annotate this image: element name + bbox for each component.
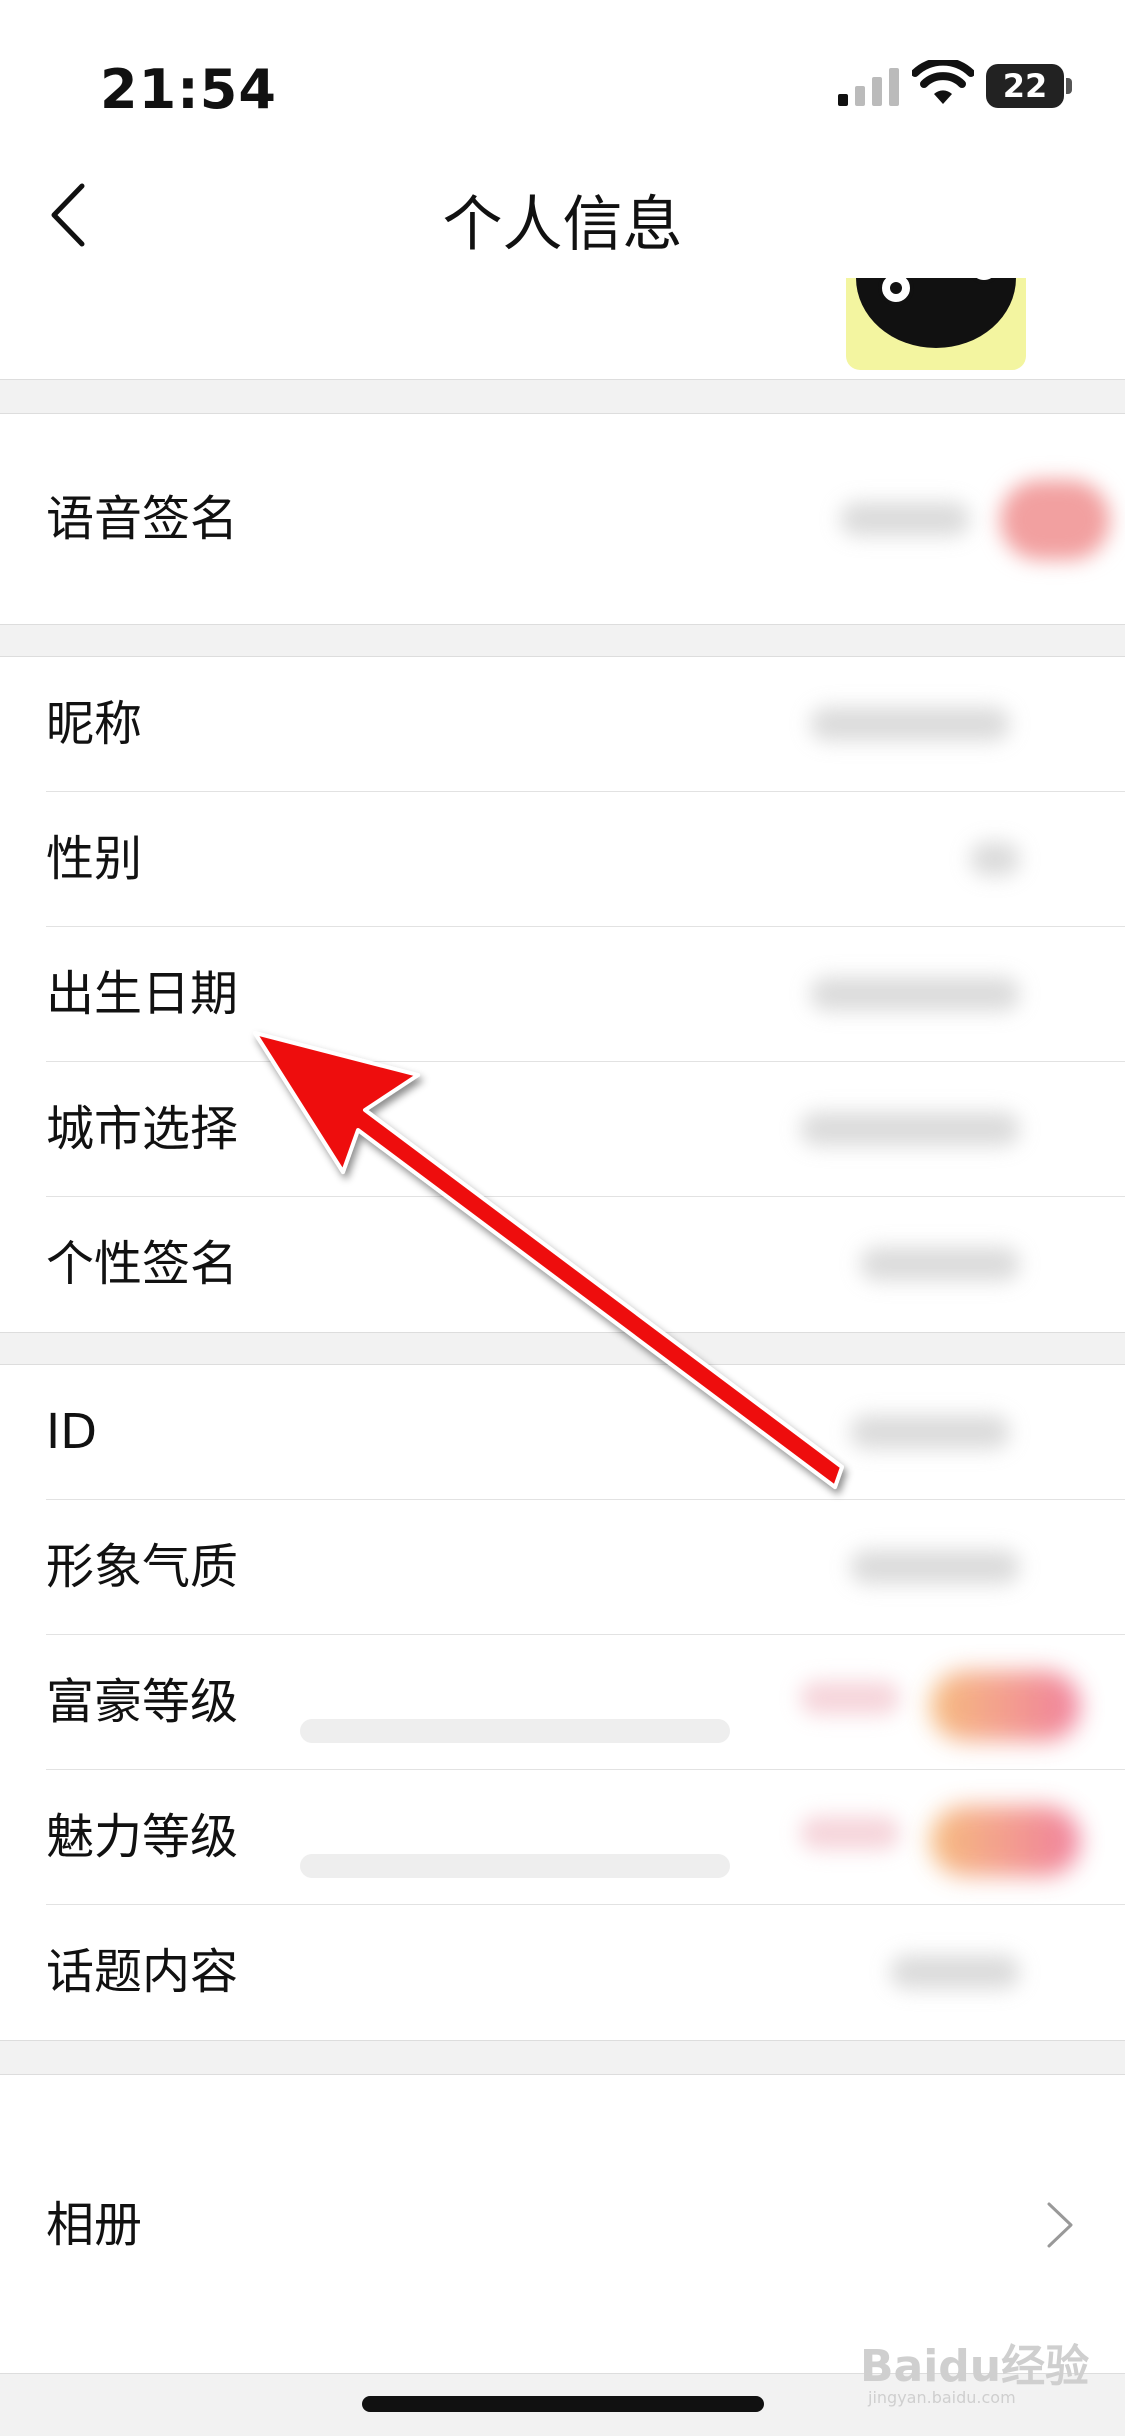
nav-bar: 个人信息 xyxy=(0,140,1125,290)
signature-label: 个性签名 xyxy=(46,1236,239,1292)
voice-signature-label: 语音签名 xyxy=(46,491,239,547)
list-item-city[interactable]: 城市选择 xyxy=(0,1062,1125,1197)
wealth-level-progress xyxy=(300,1719,730,1743)
signal-icon xyxy=(838,68,899,106)
id-label: ID xyxy=(46,1404,98,1460)
avatar-face xyxy=(856,278,1016,348)
charm-level-badge xyxy=(930,1806,1080,1876)
blurred-value xyxy=(860,1247,1020,1281)
avatar[interactable] xyxy=(846,278,1026,370)
battery-cap xyxy=(1066,78,1072,94)
blurred-value xyxy=(970,842,1020,876)
blurred-value xyxy=(840,502,970,536)
voice-play-icon[interactable] xyxy=(1000,480,1110,560)
status-bar: 21:54 22 xyxy=(0,0,1125,140)
blurred-value xyxy=(800,1816,900,1850)
list-item-nickname[interactable]: 昵称 xyxy=(0,657,1125,792)
blurred-value xyxy=(810,977,1020,1011)
voice-signature-row[interactable]: 语音签名 xyxy=(0,414,1125,624)
avatar-eye-right xyxy=(966,278,1002,284)
city-label: 城市选择 xyxy=(46,1101,239,1157)
voice-section: 语音签名 xyxy=(0,413,1125,625)
detail-section: ID 形象气质 富豪等级 魅力等级 话题内容 xyxy=(0,1364,1125,2041)
blurred-value xyxy=(800,1681,900,1715)
home-indicator[interactable] xyxy=(362,2396,764,2412)
list-item-wealth-level[interactable]: 富豪等级 xyxy=(0,1635,1125,1770)
blurred-value xyxy=(890,1955,1020,1989)
blurred-value xyxy=(800,1112,1020,1146)
charm-level-label: 魅力等级 xyxy=(46,1809,239,1865)
wifi-icon xyxy=(912,60,974,104)
wealth-level-label: 富豪等级 xyxy=(46,1674,239,1730)
chevron-right-icon xyxy=(1047,2202,1073,2248)
album-section: 相册 xyxy=(0,2074,1125,2374)
battery-icon: 22 xyxy=(986,64,1064,108)
page-title: 个人信息 xyxy=(442,190,683,260)
gender-label: 性别 xyxy=(46,831,143,887)
list-item-topic[interactable]: 话题内容 xyxy=(0,1905,1125,2040)
list-item-charm-level[interactable]: 魅力等级 xyxy=(0,1770,1125,1905)
list-item-id[interactable]: ID xyxy=(0,1365,1125,1500)
birthdate-label: 出生日期 xyxy=(46,966,239,1022)
watermark-url: jingyan.baidu.com xyxy=(868,2388,1016,2407)
avatar-row[interactable] xyxy=(0,278,1125,380)
battery-level: 22 xyxy=(1002,67,1048,105)
blurred-value xyxy=(810,707,1010,741)
list-item-birthdate[interactable]: 出生日期 xyxy=(0,927,1125,1062)
topic-label: 话题内容 xyxy=(46,1944,239,2000)
charm-level-progress xyxy=(300,1854,730,1878)
avatar-eye-left xyxy=(878,278,914,306)
blurred-value xyxy=(850,1550,1020,1584)
list-item-gender[interactable]: 性别 xyxy=(0,792,1125,927)
temperament-label: 形象气质 xyxy=(46,1539,239,1595)
list-item-temperament[interactable]: 形象气质 xyxy=(0,1500,1125,1635)
profile-section: 昵称 性别 出生日期 城市选择 个性签名 xyxy=(0,656,1125,1333)
status-time: 21:54 xyxy=(100,58,277,121)
nickname-label: 昵称 xyxy=(46,696,143,752)
wealth-level-badge xyxy=(930,1671,1080,1741)
watermark: Baidu经验 xyxy=(860,2341,1090,2392)
album-label: 相册 xyxy=(46,2197,143,2253)
blurred-value xyxy=(850,1415,1010,1449)
list-item-signature[interactable]: 个性签名 xyxy=(0,1197,1125,1332)
